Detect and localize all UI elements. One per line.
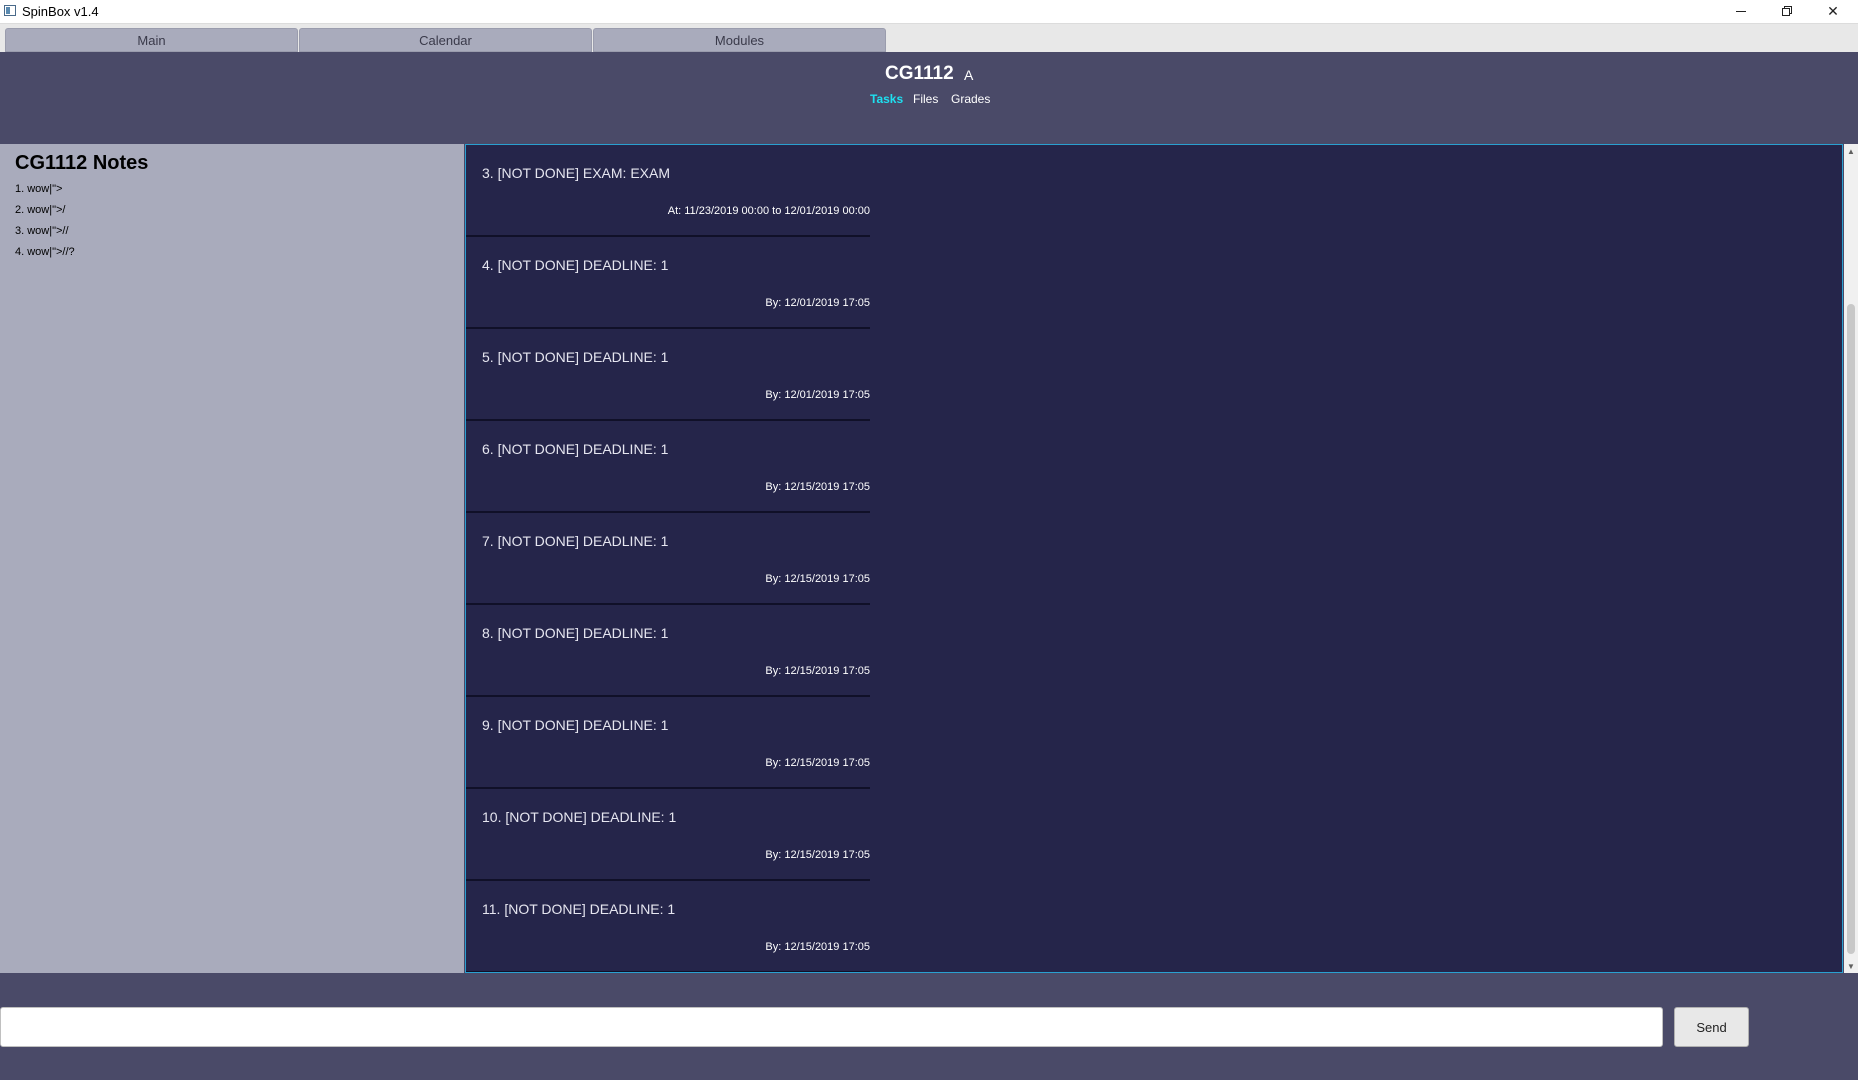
scroll-thumb[interactable] [1847,304,1855,954]
task-title: 6. [NOT DONE] DEADLINE: 1 [482,441,669,457]
title-bar: SpinBox v1.4 ✕ [0,0,1858,24]
task-date: By: 12/15/2019 17:05 [765,573,870,585]
task-date: By: 12/15/2019 17:05 [765,941,870,953]
task-title: 7. [NOT DONE] DEADLINE: 1 [482,533,669,549]
subtab-grades[interactable]: Grades [951,92,990,106]
task-card[interactable]: 6. [NOT DONE] DEADLINE: 1 By: 12/15/2019… [466,421,870,513]
task-card[interactable]: 4. [NOT DONE] DEADLINE: 1 By: 12/01/2019… [466,237,870,329]
tab-bar: Main Calendar Modules [0,24,1858,52]
scroll-up-icon[interactable]: ▲ [1844,144,1858,158]
tab-main[interactable]: Main [5,28,298,52]
notes-panel: CG1112 Notes 1. wow|"> 2. wow|">/ 3. wow… [0,144,464,973]
task-title: 10. [NOT DONE] DEADLINE: 1 [482,809,677,825]
note-item: 3. wow|">// [15,225,69,237]
window-title: SpinBox v1.4 [22,4,99,19]
task-card[interactable]: 5. [NOT DONE] DEADLINE: 1 By: 12/01/2019… [466,329,870,421]
task-date: By: 12/01/2019 17:05 [765,297,870,309]
task-date: By: 12/15/2019 17:05 [765,849,870,861]
app-icon [4,5,16,16]
task-card[interactable]: 3. [NOT DONE] EXAM: EXAM At: 11/23/2019 … [466,145,870,237]
task-title: 4. [NOT DONE] DEADLINE: 1 [482,257,669,273]
task-date: By: 12/01/2019 17:05 [765,389,870,401]
module-code: CG1112 [885,63,954,84]
task-title: 5. [NOT DONE] DEADLINE: 1 [482,349,669,365]
notes-list: 1. wow|"> 2. wow|">/ 3. wow|">// 4. wow|… [15,182,75,266]
module-grade: A [964,67,974,83]
note-item: 1. wow|"> [15,183,63,195]
task-title: 9. [NOT DONE] DEADLINE: 1 [482,717,669,733]
task-card[interactable]: 8. [NOT DONE] DEADLINE: 1 By: 12/15/2019… [466,605,870,697]
task-card[interactable]: 9. [NOT DONE] DEADLINE: 1 By: 12/15/2019… [466,697,870,789]
module-header: CG1112 A Tasks Files Grades [0,52,1858,144]
tab-calendar[interactable]: Calendar [299,28,592,52]
note-item: 4. wow|">//? [15,246,75,258]
task-card[interactable]: 11. [NOT DONE] DEADLINE: 1 By: 12/15/201… [466,881,870,972]
task-title: 11. [NOT DONE] DEADLINE: 1 [482,901,676,917]
task-date: At: 11/23/2019 00:00 to 12/01/2019 00:00 [667,205,870,217]
task-list[interactable]: 3. [NOT DONE] EXAM: EXAM At: 11/23/2019 … [465,144,1843,973]
subtab-files[interactable]: Files [913,92,938,106]
tab-modules[interactable]: Modules [593,28,886,52]
command-input[interactable] [0,1007,1663,1047]
task-date: By: 12/15/2019 17:05 [765,757,870,769]
notes-title: CG1112 Notes [15,152,149,174]
minimize-icon[interactable] [1718,0,1764,23]
task-date: By: 12/15/2019 17:05 [765,665,870,677]
task-card[interactable]: 7. [NOT DONE] DEADLINE: 1 By: 12/15/2019… [466,513,870,605]
restore-icon[interactable] [1764,0,1810,23]
task-card[interactable]: 10. [NOT DONE] DEADLINE: 1 By: 12/15/201… [466,789,870,881]
task-scrollbar[interactable]: ▲ ▼ [1844,144,1858,973]
scroll-down-icon[interactable]: ▼ [1844,959,1858,973]
send-button[interactable]: Send [1674,1007,1749,1047]
task-title: 8. [NOT DONE] DEADLINE: 1 [482,625,669,641]
close-icon[interactable]: ✕ [1810,0,1856,23]
task-title: 3. [NOT DONE] EXAM: EXAM [482,165,671,181]
task-date: By: 12/15/2019 17:05 [765,481,870,493]
subtab-tasks[interactable]: Tasks [870,92,903,106]
note-item: 2. wow|">/ [15,204,66,216]
